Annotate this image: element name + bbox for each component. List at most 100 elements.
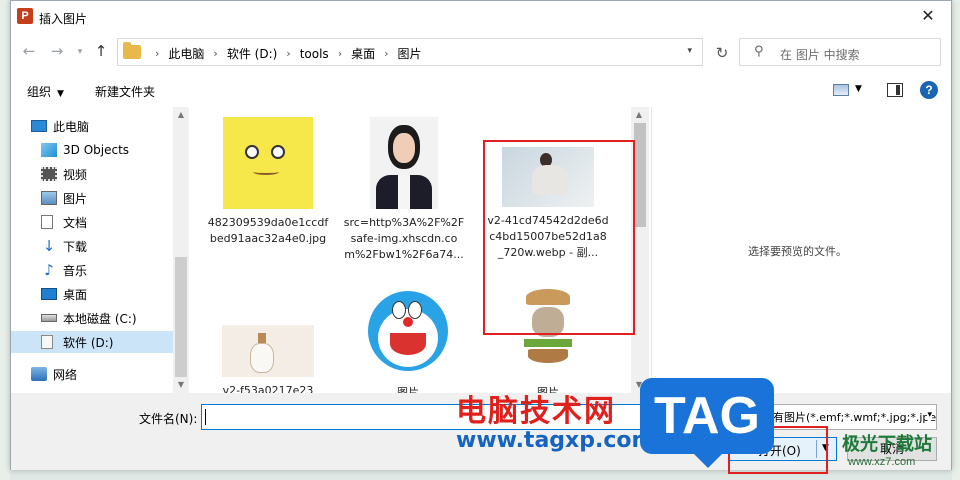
drive-icon <box>41 314 57 322</box>
navigation-bar: ← → ▾ ↑ › 此电脑 › 软件 (D:) › tools › 桌面 › 图… <box>11 35 951 69</box>
preview-pane: 选择要预览的文件。 <box>651 107 951 393</box>
sidebar-scrollbar[interactable]: ▲ ▼ <box>173 107 189 393</box>
watermark-site-name: 电脑技术网 <box>456 394 616 429</box>
preview-pane-icon[interactable] <box>887 83 903 97</box>
watermark-tag-logo: TAG <box>640 378 774 468</box>
sidebar-item-label: 桌面 <box>63 287 88 302</box>
file-list-scroll-thumb[interactable] <box>634 123 646 227</box>
command-toolbar: 组织 ▼ 新建文件夹 ▼ ? <box>11 75 951 105</box>
file-item-spongebob[interactable]: 482309539da0e1ccdfbed91aac32a4e0.jpg <box>203 117 333 247</box>
new-folder-button[interactable]: 新建文件夹 <box>95 83 155 100</box>
breadcrumb-separator: › <box>337 47 343 60</box>
picture-icon <box>41 191 57 205</box>
sidebar-item-local-disk-c[interactable]: 本地磁盘 (C:) <box>41 307 173 329</box>
sidebar-item-label: 视频 <box>63 167 88 182</box>
breadcrumb-this-pc[interactable]: 此电脑 <box>168 45 204 62</box>
powerpoint-icon: P <box>17 8 33 24</box>
spongebob-thumbnail <box>223 117 313 209</box>
glass-bottle-thumbnail <box>222 325 314 377</box>
sidebar-item-desktop[interactable]: 桌面 <box>41 283 173 305</box>
sidebar-scroll-thumb[interactable] <box>175 257 187 377</box>
organize-label: 组织 <box>27 85 52 99</box>
file-name: 482309539da0e1ccdfbed91aac32a4e0.jpg <box>207 216 329 245</box>
drive-icon <box>41 335 53 349</box>
help-icon[interactable]: ? <box>920 81 938 99</box>
file-name: 图片 <box>397 386 419 393</box>
view-chevron-down-icon[interactable]: ▼ <box>855 84 862 94</box>
scroll-up-arrow-icon[interactable]: ▲ <box>631 107 647 123</box>
sidebar-item-label: 图片 <box>63 191 88 206</box>
highlight-box-selected-image <box>483 140 635 335</box>
desktop-background-left <box>0 0 10 480</box>
desktop-background-right <box>952 0 960 480</box>
close-button[interactable]: ✕ <box>905 1 951 31</box>
breadcrumb-separator: › <box>213 47 218 60</box>
file-name: v2-f53a0217e23 <box>222 384 314 393</box>
sidebar-item-software-d[interactable]: 软件 (D:) <box>11 331 173 353</box>
sidebar-item-network[interactable]: 网络 <box>31 363 173 385</box>
search-placeholder: 在 图片 中搜索 <box>780 48 860 62</box>
refresh-icon[interactable]: ↻ <box>708 41 736 67</box>
search-icon: ⚲ <box>754 44 764 59</box>
forward-arrow-icon[interactable]: → <box>47 42 67 60</box>
address-history-chevron-icon[interactable]: ▾ <box>687 46 692 56</box>
watermark-site-url: www.tagxp.com <box>456 428 655 453</box>
breadcrumb-desktop[interactable]: 桌面 <box>351 45 375 62</box>
download-icon: ↓ <box>42 237 56 255</box>
video-icon <box>41 167 57 181</box>
organize-menu-button[interactable]: 组织 ▼ <box>27 83 64 100</box>
breadcrumb-separator: › <box>286 47 291 60</box>
chevron-down-icon: ▾ <box>927 410 932 420</box>
chevron-down-icon: ▼ <box>57 89 64 99</box>
sidebar-item-music[interactable]: ♪ 音乐 <box>41 259 173 281</box>
breadcrumb-separator: › <box>384 47 389 60</box>
title-bar: P 插入图片 ✕ <box>11 1 951 33</box>
file-item-glass-bottle[interactable]: v2-f53a0217e23 <box>203 325 333 393</box>
up-arrow-icon[interactable]: ↑ <box>91 42 111 60</box>
desktop-icon <box>41 288 57 300</box>
search-input[interactable]: ⚲ 在 图片 中搜索 <box>739 38 941 66</box>
address-bar[interactable]: › 此电脑 › 软件 (D:) › tools › 桌面 › 图片 ▾ <box>117 38 703 66</box>
scroll-up-arrow-icon[interactable]: ▲ <box>173 107 189 123</box>
watermark-logo-text: 极光下载站 <box>842 434 932 455</box>
folder-icon <box>123 42 141 59</box>
breadcrumb-pictures[interactable]: 图片 <box>398 45 422 62</box>
sidebar-item-pictures[interactable]: 图片 <box>41 187 173 209</box>
preview-message: 选择要预览的文件。 <box>748 245 847 258</box>
scroll-down-arrow-icon[interactable]: ▼ <box>173 377 189 393</box>
network-icon <box>31 367 47 381</box>
sidebar-item-downloads[interactable]: ↓ 下载 <box>41 235 173 257</box>
file-item-id-photo[interactable]: src=http%3A%2F%2Fsafe-img.xhscdn.com%2Fb… <box>339 117 469 263</box>
sidebar-item-documents[interactable]: 文档 <box>41 211 173 233</box>
breadcrumb-separator: › <box>155 47 160 60</box>
sidebar-item-label: 3D Objects <box>63 143 130 157</box>
window-title: 插入图片 <box>39 12 88 26</box>
music-icon: ♪ <box>44 261 54 279</box>
sidebar-item-label: 下载 <box>63 239 88 254</box>
file-name: src=http%3A%2F%2Fsafe-img.xhscdn.com%2Fb… <box>343 216 465 261</box>
id-photo-thumbnail <box>370 117 438 209</box>
sidebar-item-videos[interactable]: 视频 <box>41 163 173 185</box>
breadcrumb: › 此电脑 › 软件 (D:) › tools › 桌面 › 图片 <box>146 45 422 62</box>
sidebar-item-label: 本地磁盘 (C:) <box>63 311 137 326</box>
breadcrumb-drive-d[interactable]: 软件 (D:) <box>227 45 277 62</box>
sidebar-item-label: 此电脑 <box>53 119 90 134</box>
doraemon-thumbnail <box>362 287 454 379</box>
cube-icon <box>41 143 57 157</box>
sidebar-item-3d-objects[interactable]: 3D Objects <box>41 139 173 161</box>
watermark-logo-url: www.xz7.com <box>848 456 916 468</box>
sidebar-item-label: 音乐 <box>63 263 88 278</box>
text-caret <box>205 409 206 425</box>
file-item-doraemon[interactable]: 图片 <box>343 287 473 393</box>
recent-locations-chevron-icon[interactable]: ▾ <box>73 47 87 57</box>
computer-icon <box>31 120 47 132</box>
document-icon <box>41 215 53 229</box>
navigation-pane: 此电脑 3D Objects 视频 图片 文档 ↓ 下载 ♪ 音乐 桌面 本地磁… <box>11 107 189 393</box>
back-arrow-icon[interactable]: ← <box>19 42 39 60</box>
sidebar-item-this-pc[interactable]: 此电脑 <box>31 115 173 137</box>
breadcrumb-tools[interactable]: tools <box>300 47 329 61</box>
view-options-icon[interactable] <box>833 84 849 96</box>
sidebar-item-label: 软件 (D:) <box>63 335 114 350</box>
sidebar-item-label: 网络 <box>53 367 78 382</box>
sidebar-item-label: 文档 <box>63 215 88 230</box>
